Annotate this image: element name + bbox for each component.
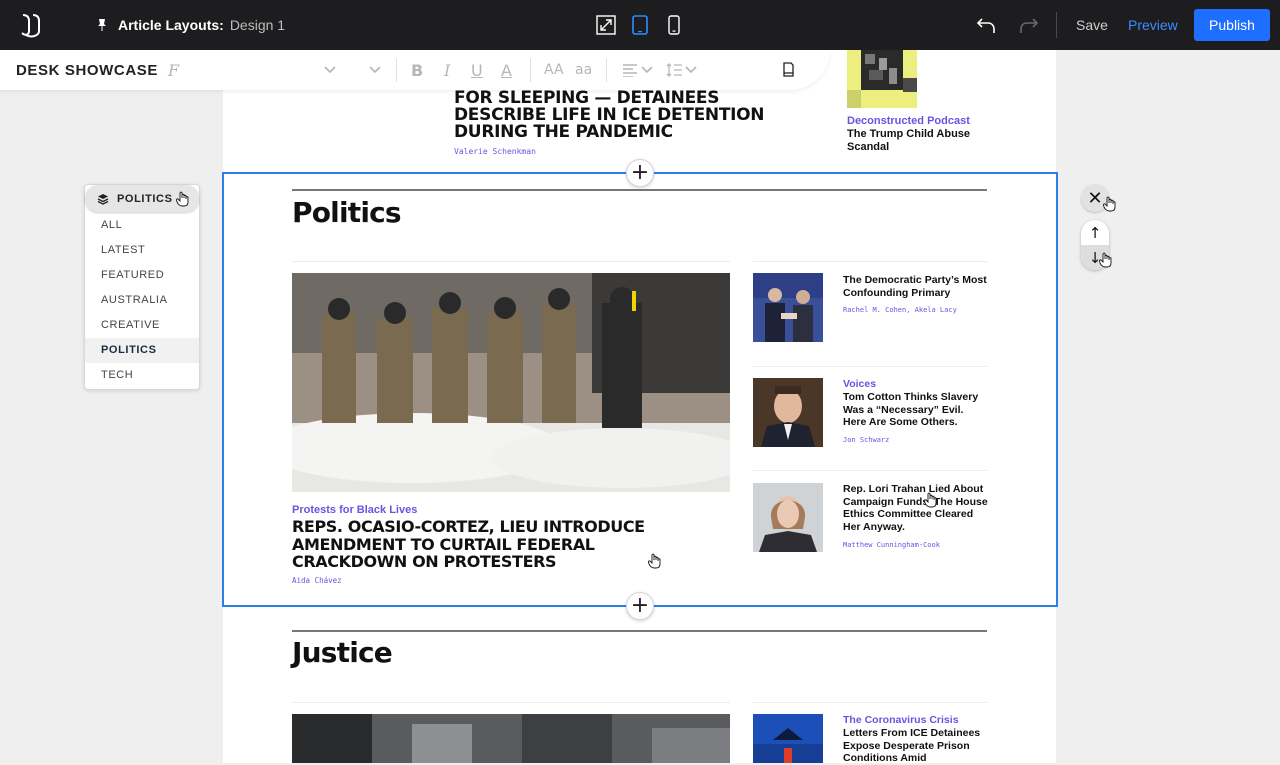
toolbar-divider (1056, 12, 1057, 38)
justice-main-image[interactable] (292, 714, 730, 763)
category-list: ALL LATEST FEATURED AUSTRALIA CREATIVE P… (85, 213, 199, 388)
justice-side-image[interactable] (753, 714, 823, 763)
top-bar: Article Layouts: Design 1 Save Preview P… (0, 0, 1280, 50)
document-type-label: Article Layouts: (118, 17, 224, 33)
clear-format-icon[interactable] (781, 62, 795, 78)
side-article-image[interactable] (753, 378, 823, 447)
category-selected: POLITICS (117, 192, 173, 205)
divider (292, 702, 730, 703)
divider (753, 261, 987, 262)
category-item-australia[interactable]: AUSTRALIA (85, 288, 199, 313)
bold-icon[interactable]: B (411, 61, 423, 80)
side-article-title[interactable]: Tom Cotton Thinks Slavery Was a “Necessa… (843, 391, 988, 429)
add-block-above-button[interactable]: + (626, 159, 654, 187)
side-article-image[interactable] (753, 483, 823, 552)
hand-cursor-icon (648, 553, 661, 569)
section-rule (292, 630, 987, 632)
toolbar-divider (530, 58, 531, 82)
publish-button[interactable]: Publish (1194, 9, 1270, 41)
side-article-image[interactable] (753, 273, 823, 342)
podcast-title[interactable]: The Trump Child Abuse Scandal (847, 128, 977, 153)
hand-cursor-icon (176, 191, 189, 207)
uppercase-icon[interactable]: AA (544, 62, 564, 78)
redo-icon[interactable] (1018, 14, 1040, 36)
tablet-view-icon[interactable] (629, 14, 651, 36)
mobile-view-icon[interactable] (663, 14, 685, 36)
italic-icon[interactable]: I (444, 61, 450, 80)
article-author[interactable]: Valerie Schenkman (454, 147, 536, 156)
font-chevron-down-icon[interactable] (324, 65, 336, 75)
text-color-icon[interactable]: A (501, 61, 512, 80)
divider (753, 366, 987, 367)
divider (753, 470, 987, 471)
hand-cursor-icon (1099, 252, 1112, 268)
category-item-tech[interactable]: TECH (85, 363, 199, 388)
hand-cursor-icon (1103, 196, 1116, 212)
main-article-image[interactable] (292, 273, 730, 492)
category-item-creative[interactable]: CREATIVE (85, 313, 199, 338)
fullscreen-view-icon[interactable] (595, 14, 617, 36)
line-spacing-icon[interactable] (666, 63, 700, 77)
side-article-author[interactable]: Matthew Cunningham-Cook (843, 541, 940, 549)
category-item-all[interactable]: ALL (85, 213, 199, 238)
justice-side-title[interactable]: Letters From ICE Detainees Expose Desper… (843, 727, 988, 765)
size-chevron-down-icon[interactable] (369, 65, 381, 75)
justice-side-kicker[interactable]: The Coronavirus Crisis (843, 714, 959, 726)
document-name: Design 1 (229, 17, 286, 33)
side-article-author[interactable]: Jon Schwarz (843, 436, 889, 444)
move-block-up-button[interactable]: ↑ (1081, 220, 1109, 245)
podcast-image[interactable] (847, 50, 917, 108)
pin-icon (98, 19, 106, 31)
lowercase-icon[interactable]: aa (575, 62, 592, 78)
add-block-below-button[interactable]: + (626, 592, 654, 620)
preview-button[interactable]: Preview (1128, 17, 1178, 33)
main-article-headline[interactable]: REPS. OCASIO-CORTEZ, LIEU INTRODUCE AMEN… (292, 518, 692, 571)
side-article-kicker[interactable]: Voices (843, 378, 876, 390)
align-icon[interactable] (622, 63, 656, 77)
document-title[interactable]: Article Layouts: Design 1 (96, 17, 285, 33)
podcast-kicker[interactable]: Deconstructed Podcast (847, 115, 970, 127)
category-item-featured[interactable]: FEATURED (85, 263, 199, 288)
toolbar-divider (396, 58, 397, 82)
layers-icon (97, 193, 109, 205)
toolbar-divider (606, 58, 607, 82)
logo-icon[interactable] (18, 11, 46, 39)
side-article-author[interactable]: Rachel M. Cohen, Akela Lacy (843, 306, 957, 314)
undo-icon[interactable] (975, 14, 997, 36)
category-item-politics[interactable]: POLITICS (85, 338, 199, 363)
desk-title: DESK SHOWCASE (16, 62, 158, 79)
hand-cursor-icon (924, 492, 937, 508)
politics-section-title[interactable]: Politics (292, 196, 402, 229)
save-button[interactable]: Save (1076, 17, 1108, 33)
category-dropdown[interactable]: POLITICS ALL LATEST FEATURED AUSTRALIA C… (84, 184, 200, 390)
format-toolbar: DESK SHOWCASE F B I U A AA aa (0, 50, 830, 90)
category-item-latest[interactable]: LATEST (85, 238, 199, 263)
main-article-author[interactable]: Aida Chávez (292, 576, 342, 585)
justice-section-title[interactable]: Justice (292, 636, 393, 669)
side-article-title[interactable]: The Democratic Party’s Most Confounding … (843, 274, 988, 299)
divider (292, 261, 730, 262)
article-headline[interactable]: FOR SLEEPING — DETAINEES DESCRIBE LIFE I… (454, 90, 794, 141)
section-rule (292, 189, 987, 191)
underline-icon[interactable]: U (471, 61, 483, 80)
font-family-icon[interactable]: F (168, 61, 179, 80)
main-article-kicker[interactable]: Protests for Black Lives (292, 504, 417, 516)
divider (753, 702, 987, 703)
side-article-title[interactable]: Rep. Lori Trahan Lied About Campaign Fun… (843, 483, 988, 534)
